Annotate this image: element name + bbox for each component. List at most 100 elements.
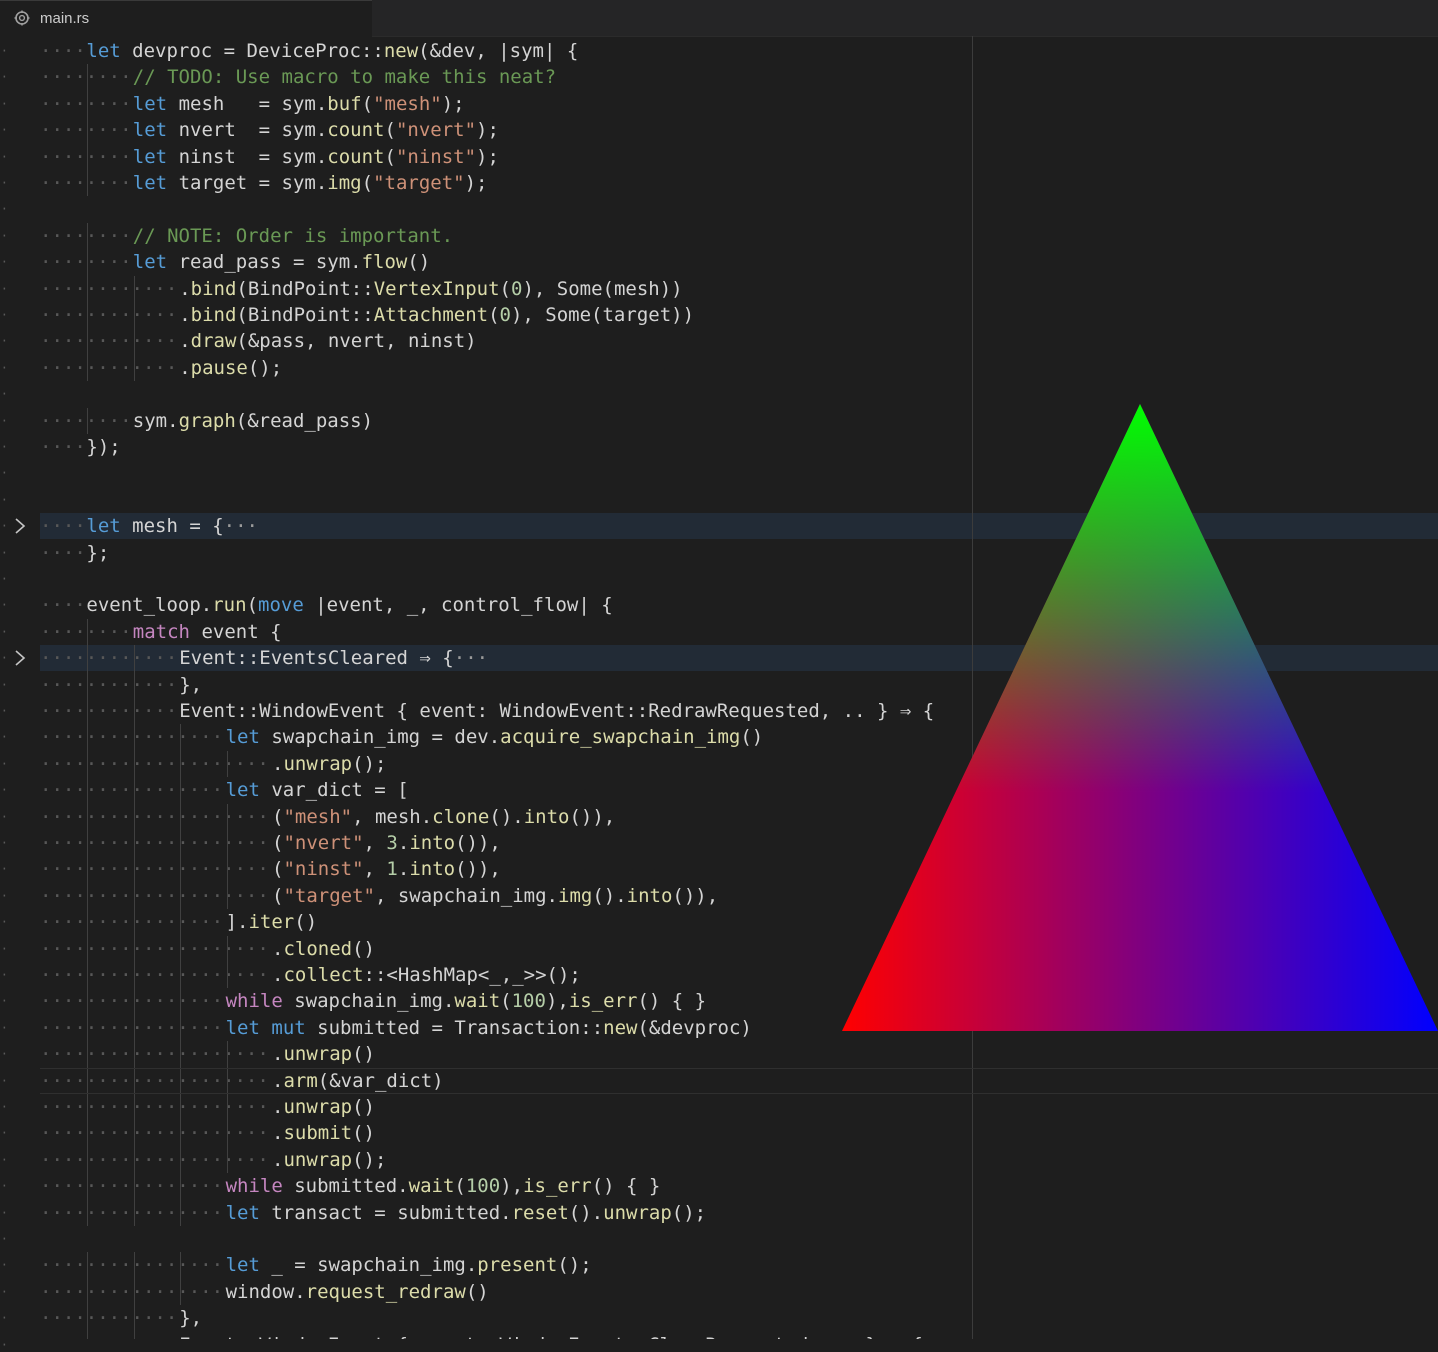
whitespace-markers: ········ <box>40 251 132 274</box>
line-number-stub: · <box>0 1311 8 1326</box>
code-line[interactable]: ············ .bind(BindPoint::Attachment(… <box>40 302 1438 329</box>
indent-guide <box>87 64 89 91</box>
code-text: .draw(&pass, nvert, ninst) <box>179 330 477 353</box>
line-number-stub: · <box>0 44 8 58</box>
line-number-stub: · <box>0 1232 8 1246</box>
indent-guide <box>180 962 182 989</box>
line-number-stub: · <box>0 941 8 956</box>
whitespace-markers: ···················· <box>40 1096 269 1118</box>
line-number-stub: · <box>0 334 8 349</box>
tab-main-rs[interactable]: main.rs <box>0 0 372 37</box>
line-number-stub: · <box>0 756 8 771</box>
code-line[interactable] <box>40 196 1438 222</box>
indent-guide <box>180 724 182 751</box>
indent-guide <box>133 698 135 725</box>
line-number-stub: · <box>0 202 8 217</box>
code-line[interactable]: ········ let ninst = sym.count("ninst"); <box>40 143 1438 170</box>
line-number-stub: · <box>0 255 8 270</box>
indent-guide <box>87 935 89 962</box>
code-text: let nvert = sym.count("nvert"); <box>132 119 499 142</box>
whitespace-markers: ···················· <box>40 1043 269 1066</box>
fold-chevron-right-icon[interactable] <box>14 517 32 539</box>
indent-guide <box>133 275 135 302</box>
code-line[interactable]: ········// NOTE: Order is important. <box>40 222 1438 250</box>
code-line[interactable]: ········ let read_pass = sym.flow() <box>40 249 1438 276</box>
indent-guide <box>87 275 89 302</box>
line-number-stub: · <box>0 1126 8 1141</box>
fold-chevron-right-icon[interactable] <box>14 649 32 671</box>
code-line[interactable]: ················ let _ = swapchain_img.pr… <box>40 1252 1438 1279</box>
code-line[interactable]: ············ .draw(&pass, nvert, ninst) <box>40 328 1438 355</box>
indent-guide <box>226 1041 228 1068</box>
code-line[interactable]: ············ .pause(); <box>40 354 1438 382</box>
code-text: ("target", swapchain_img.img().into()), <box>272 884 719 907</box>
line-number-stub: · <box>0 730 8 745</box>
indent-guide <box>133 1199 135 1226</box>
indent-guide <box>133 935 135 962</box>
code-line[interactable] <box>40 1226 1438 1252</box>
line-number-stub: · <box>0 677 8 692</box>
indent-guide <box>133 856 135 883</box>
code-line[interactable]: ···················· .unwrap() <box>40 1094 1438 1121</box>
code-line[interactable]: ················ while submitted.wait(100… <box>40 1173 1438 1200</box>
code-text: let _ = swapchain_img.present(); <box>225 1254 592 1277</box>
indent-guide <box>133 750 135 778</box>
code-text: window.request_redraw() <box>225 1280 489 1303</box>
code-line[interactable]: ············Event::WindowEvent { event: … <box>40 1331 1438 1339</box>
indent-guide <box>226 803 228 830</box>
code-line[interactable]: ········ let mesh = sym.buf("mesh"); <box>40 90 1438 118</box>
line-number-stub: · <box>0 519 8 534</box>
indent-guide <box>226 830 228 857</box>
whitespace-markers: ···· <box>40 541 86 564</box>
indent-guide <box>87 1252 89 1279</box>
code-line[interactable]: ···················· .unwrap() <box>40 1041 1438 1068</box>
indent-guide <box>133 645 135 672</box>
code-line[interactable]: ········ let target = sym.img("target"); <box>40 170 1438 197</box>
whitespace-markers: ········ <box>40 66 132 89</box>
code-line[interactable]: ············}, <box>40 1305 1438 1332</box>
line-number-stub: · <box>0 360 8 375</box>
code-line[interactable]: ···················· .submit() <box>40 1120 1438 1147</box>
code-text: .bind(BindPoint::Attachment(0), Some(tar… <box>179 304 695 326</box>
line-number-stub: · <box>0 1179 8 1194</box>
indent-guide <box>87 962 89 989</box>
code-text: let devproc = DeviceProc::new(&dev, |sym… <box>86 40 579 62</box>
indent-guide <box>87 777 89 804</box>
folded-region-ellipsis[interactable]: ··· <box>454 647 488 669</box>
whitespace-markers: ············ <box>40 1307 178 1330</box>
whitespace-markers: ················ <box>40 779 224 802</box>
code-text: ("mesh", mesh.clone().into()), <box>272 805 616 828</box>
code-line[interactable]: ········ let nvert = sym.count("nvert"); <box>40 117 1438 144</box>
whitespace-markers: ········ <box>40 92 132 115</box>
code-line[interactable]: ···· let devproc = DeviceProc::new(&dev, … <box>40 38 1438 64</box>
code-line[interactable]: ············ .bind(BindPoint::VertexInput… <box>40 275 1438 302</box>
indent-guide <box>226 935 228 962</box>
whitespace-markers: ················ <box>40 1254 224 1277</box>
folded-region-ellipsis[interactable]: ··· <box>224 515 258 537</box>
indent-guide <box>87 724 89 751</box>
indent-guide <box>133 354 135 382</box>
whitespace-markers: ········ <box>40 224 132 247</box>
indent-guide <box>226 1120 228 1147</box>
indent-guide <box>87 90 89 118</box>
whitespace-markers: ···················· <box>40 805 269 828</box>
code-text: match event { <box>132 620 282 643</box>
code-text: Event::WindowEvent { event: WindowEvent:… <box>179 700 935 722</box>
code-line[interactable]: ················ let transact = submitted… <box>40 1199 1438 1226</box>
code-line[interactable]: ················ window.request_redraw() <box>40 1278 1438 1306</box>
code-text: let mesh = {··· <box>86 515 258 538</box>
whitespace-markers: ········ <box>40 145 132 168</box>
indent-guide <box>87 803 89 830</box>
indent-guide <box>87 354 89 382</box>
indent-guide <box>87 988 89 1015</box>
code-line[interactable]: ···················· .unwrap(); <box>40 1146 1438 1174</box>
indent-guide <box>133 302 135 329</box>
code-text: let mut submitted = Transaction::new(&de… <box>225 1016 752 1039</box>
whitespace-markers: ···· <box>40 515 86 538</box>
indent-guide <box>87 328 89 355</box>
indent-guide <box>133 1278 135 1306</box>
code-line[interactable]: ········// TODO: Use macro to make this … <box>40 64 1438 91</box>
indent-guide <box>87 117 89 144</box>
code-text: ("ninst", 1.into()), <box>272 858 501 881</box>
line-number-stub: · <box>0 1284 8 1299</box>
